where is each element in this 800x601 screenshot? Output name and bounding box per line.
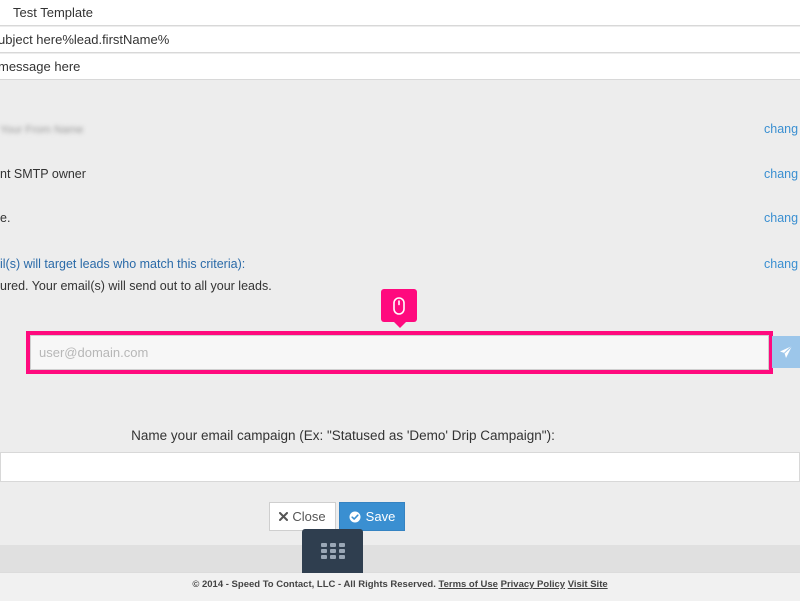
click-hint-tooltip bbox=[381, 289, 417, 328]
campaign-name-label: Name your email campaign (Ex: "Statused … bbox=[131, 428, 555, 443]
x-icon bbox=[279, 512, 289, 521]
close-label: Close bbox=[292, 509, 326, 524]
privacy-link[interactable]: Privacy Policy bbox=[501, 579, 565, 590]
save-button[interactable]: Save bbox=[339, 502, 405, 531]
campaign-name-input[interactable] bbox=[0, 452, 800, 482]
smtp-owner-label: nt SMTP owner bbox=[0, 167, 86, 181]
subject-field[interactable]: ubject here%lead.firstName% bbox=[0, 27, 800, 53]
criteria-description: ured. Your email(s) will send out to all… bbox=[0, 279, 272, 293]
app-grid-button[interactable] bbox=[302, 529, 363, 573]
highlight-box bbox=[26, 331, 773, 374]
terms-link[interactable]: Terms of Use bbox=[438, 579, 497, 590]
from-name-label: Your From Name bbox=[0, 124, 84, 136]
message-value: message here bbox=[0, 59, 81, 74]
template-name-field[interactable]: Test Template bbox=[0, 0, 800, 26]
schedule-label: e. bbox=[0, 211, 11, 225]
visit-site-link[interactable]: Visit Site bbox=[568, 579, 608, 590]
copyright-text: © 2014 - Speed To Contact, LLC - All Rig… bbox=[192, 579, 436, 590]
paper-plane-icon bbox=[780, 345, 793, 358]
grid-icon bbox=[320, 543, 345, 559]
change-smtp-link[interactable]: chang bbox=[764, 167, 798, 181]
close-button[interactable]: Close bbox=[269, 502, 336, 531]
template-name-value: Test Template bbox=[13, 5, 93, 20]
change-schedule-link[interactable]: chang bbox=[764, 211, 798, 225]
check-circle-icon bbox=[349, 511, 361, 522]
save-label: Save bbox=[365, 509, 396, 524]
change-criteria-link[interactable]: chang bbox=[764, 257, 798, 271]
message-field[interactable]: message here bbox=[0, 54, 800, 80]
footer: © 2014 - Speed To Contact, LLC - All Rig… bbox=[0, 572, 800, 601]
change-from-link[interactable]: chang bbox=[764, 122, 798, 136]
subject-value: ubject here%lead.firstName% bbox=[0, 32, 170, 47]
footer-band bbox=[0, 545, 800, 573]
send-test-button[interactable] bbox=[772, 336, 800, 368]
criteria-label: il(s) will target leads who match this c… bbox=[0, 257, 246, 271]
mouse-icon bbox=[393, 296, 405, 315]
